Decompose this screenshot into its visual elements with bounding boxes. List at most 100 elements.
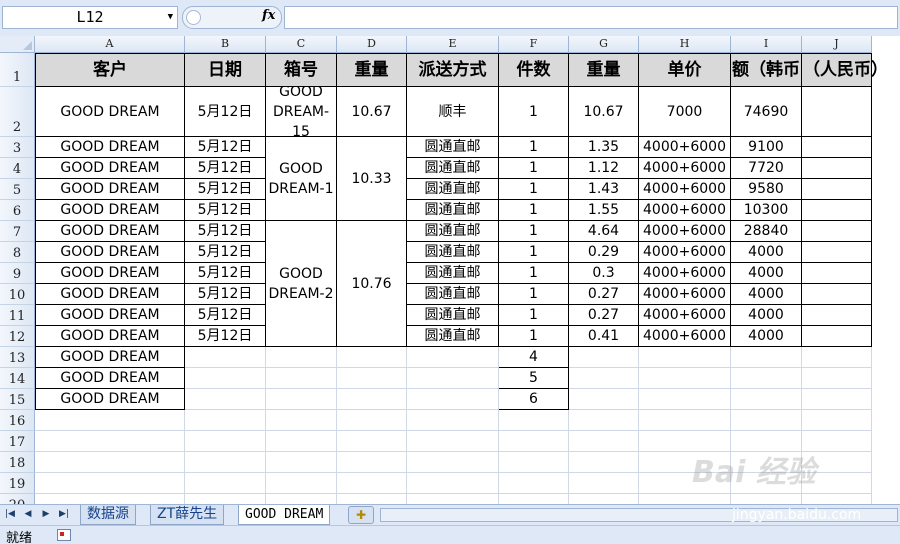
cell-F2[interactable]: 1 bbox=[499, 87, 569, 137]
cell-I5[interactable]: 9580 bbox=[731, 179, 802, 200]
cell-D19[interactable] bbox=[337, 473, 407, 494]
cell-B7[interactable]: 5月12日 bbox=[185, 221, 266, 242]
cell-A20[interactable] bbox=[35, 494, 185, 504]
column-header-D[interactable]: D bbox=[337, 36, 407, 53]
cell-E18[interactable] bbox=[407, 452, 499, 473]
cell-A13[interactable]: GOOD DREAM bbox=[35, 347, 185, 368]
row-header-8[interactable]: 8 bbox=[0, 242, 35, 263]
cell-G1[interactable]: 重量 bbox=[569, 53, 639, 87]
cell-H2[interactable]: 7000 bbox=[639, 87, 731, 137]
cell-G6[interactable]: 1.55 bbox=[569, 200, 639, 221]
cell-I12[interactable]: 4000 bbox=[731, 326, 802, 347]
cell-A16[interactable] bbox=[35, 410, 185, 431]
cell-A14[interactable]: GOOD DREAM bbox=[35, 368, 185, 389]
cell-C15[interactable] bbox=[266, 389, 337, 410]
cell-E5[interactable]: 圆通直邮 bbox=[407, 179, 499, 200]
cell-F1[interactable]: 件数 bbox=[499, 53, 569, 87]
cell-G17[interactable] bbox=[569, 431, 639, 452]
cell-B4[interactable]: 5月12日 bbox=[185, 158, 266, 179]
cell-J3[interactable] bbox=[802, 137, 872, 158]
cell-B2[interactable]: 5月12日 bbox=[185, 87, 266, 137]
cell-B8[interactable]: 5月12日 bbox=[185, 242, 266, 263]
cell-F3[interactable]: 1 bbox=[499, 137, 569, 158]
cell-B17[interactable] bbox=[185, 431, 266, 452]
cell-B11[interactable]: 5月12日 bbox=[185, 305, 266, 326]
cell-F19[interactable] bbox=[499, 473, 569, 494]
cell-G20[interactable] bbox=[569, 494, 639, 504]
cell-G13[interactable] bbox=[569, 347, 639, 368]
cell-G3[interactable]: 1.35 bbox=[569, 137, 639, 158]
last-sheet-icon[interactable]: ▶| bbox=[56, 506, 72, 523]
cell-F18[interactable] bbox=[499, 452, 569, 473]
cell-G15[interactable] bbox=[569, 389, 639, 410]
cell-E17[interactable] bbox=[407, 431, 499, 452]
cell-B13[interactable] bbox=[185, 347, 266, 368]
name-box-dropdown-icon[interactable]: ▼ bbox=[168, 7, 173, 28]
cell-J13[interactable] bbox=[802, 347, 872, 368]
cell-J1[interactable]: （人民币） bbox=[802, 53, 888, 87]
cell-J6[interactable] bbox=[802, 200, 872, 221]
cell-E7[interactable]: 圆通直邮 bbox=[407, 221, 499, 242]
cell-A8[interactable]: GOOD DREAM bbox=[35, 242, 185, 263]
cell-H4[interactable]: 4000+6000 bbox=[639, 158, 731, 179]
row-header-15[interactable]: 15 bbox=[0, 389, 35, 410]
cell-A10[interactable]: GOOD DREAM bbox=[35, 284, 185, 305]
row-header-10[interactable]: 10 bbox=[0, 284, 35, 305]
cell-I8[interactable]: 4000 bbox=[731, 242, 802, 263]
cell-I2[interactable]: 74690 bbox=[731, 87, 802, 137]
cell-A9[interactable]: GOOD DREAM bbox=[35, 263, 185, 284]
cell-B9[interactable]: 5月12日 bbox=[185, 263, 266, 284]
cell-F14[interactable]: 5 bbox=[499, 368, 569, 389]
cell-A4[interactable]: GOOD DREAM bbox=[35, 158, 185, 179]
cell-G12[interactable]: 0.41 bbox=[569, 326, 639, 347]
formula-input[interactable] bbox=[284, 6, 898, 29]
cell-B5[interactable]: 5月12日 bbox=[185, 179, 266, 200]
cell-I6[interactable]: 10300 bbox=[731, 200, 802, 221]
row-header-17[interactable]: 17 bbox=[0, 431, 35, 452]
cell-C14[interactable] bbox=[266, 368, 337, 389]
cell-H14[interactable] bbox=[639, 368, 731, 389]
cell-H20[interactable] bbox=[639, 494, 731, 504]
cell-G16[interactable] bbox=[569, 410, 639, 431]
cell-J20[interactable] bbox=[802, 494, 872, 504]
name-box[interactable]: L12 ▼ bbox=[2, 6, 178, 29]
cell-C17[interactable] bbox=[266, 431, 337, 452]
cell-I16[interactable] bbox=[731, 410, 802, 431]
cell-H11[interactable]: 4000+6000 bbox=[639, 305, 731, 326]
cell-C3[interactable]: GOOD DREAM-1 bbox=[266, 137, 337, 221]
cell-E19[interactable] bbox=[407, 473, 499, 494]
cell-D20[interactable] bbox=[337, 494, 407, 504]
cell-A17[interactable] bbox=[35, 431, 185, 452]
cell-B3[interactable]: 5月12日 bbox=[185, 137, 266, 158]
row-header-20[interactable]: 20 bbox=[0, 494, 35, 504]
row-header-6[interactable]: 6 bbox=[0, 200, 35, 221]
column-header-H[interactable]: H bbox=[639, 36, 731, 53]
column-header-E[interactable]: E bbox=[407, 36, 499, 53]
cell-F20[interactable] bbox=[499, 494, 569, 504]
cell-C18[interactable] bbox=[266, 452, 337, 473]
cell-B15[interactable] bbox=[185, 389, 266, 410]
sheet-tab-good-dream[interactable]: GOOD DREAM bbox=[238, 505, 331, 525]
cell-D1[interactable]: 重量 bbox=[337, 53, 407, 87]
cell-J5[interactable] bbox=[802, 179, 872, 200]
cell-A6[interactable]: GOOD DREAM bbox=[35, 200, 185, 221]
select-all-corner[interactable] bbox=[0, 36, 35, 53]
column-header-J[interactable]: J bbox=[802, 36, 872, 53]
cell-A19[interactable] bbox=[35, 473, 185, 494]
cell-F10[interactable]: 1 bbox=[499, 284, 569, 305]
cell-A1[interactable]: 客户 bbox=[35, 53, 185, 87]
cell-A15[interactable]: GOOD DREAM bbox=[35, 389, 185, 410]
cell-H5[interactable]: 4000+6000 bbox=[639, 179, 731, 200]
cell-B14[interactable] bbox=[185, 368, 266, 389]
cell-D15[interactable] bbox=[337, 389, 407, 410]
cell-B1[interactable]: 日期 bbox=[185, 53, 266, 87]
cell-I9[interactable]: 4000 bbox=[731, 263, 802, 284]
cell-A18[interactable] bbox=[35, 452, 185, 473]
cell-G2[interactable]: 10.67 bbox=[569, 87, 639, 137]
cell-D14[interactable] bbox=[337, 368, 407, 389]
row-header-1[interactable]: 1 bbox=[0, 53, 35, 87]
cell-E11[interactable]: 圆通直邮 bbox=[407, 305, 499, 326]
cell-F8[interactable]: 1 bbox=[499, 242, 569, 263]
row-header-9[interactable]: 9 bbox=[0, 263, 35, 284]
row-header-18[interactable]: 18 bbox=[0, 452, 35, 473]
